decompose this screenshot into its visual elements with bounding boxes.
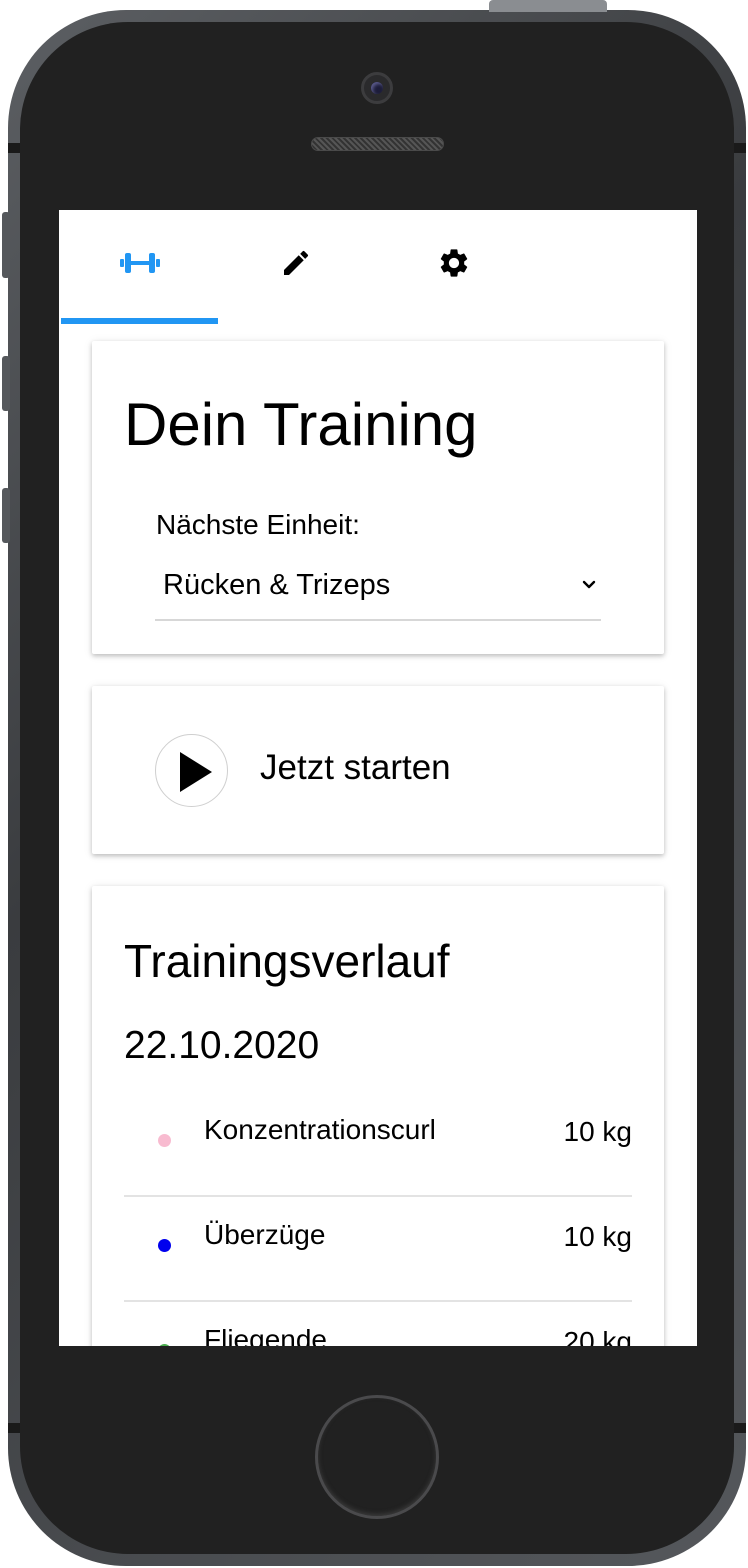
next-unit-label: Nächste Einheit: [156, 509, 360, 540]
antenna-line [8, 1423, 20, 1433]
training-card: Dein Training Nächste Einheit: Rücken & … [92, 341, 664, 654]
antenna-line [734, 1423, 746, 1433]
history-card: Trainingsverlauf 22.10.2020 Konzentratio… [92, 886, 664, 1346]
tab-settings[interactable] [375, 210, 533, 326]
history-entry[interactable]: Überzüge 10 kg [124, 1197, 632, 1302]
tab-bar [59, 210, 697, 326]
app-screen: Dein Training Nächste Einheit: Rücken & … [59, 210, 697, 1346]
power-button [489, 0, 607, 12]
entry-color-dot [158, 1344, 171, 1346]
start-label: Jetzt starten [260, 748, 451, 787]
start-card[interactable]: Jetzt starten [92, 686, 664, 854]
entry-weight: 10 kg [563, 1116, 633, 1147]
entry-weight: 10 kg [563, 1221, 633, 1252]
history-entry[interactable]: Fliegende 20 kg [124, 1302, 632, 1346]
entry-weight: 20 kg [563, 1326, 633, 1346]
front-camera [361, 72, 393, 104]
next-unit-select[interactable]: Rücken & Trizeps [155, 559, 601, 621]
next-unit-value: Rücken & Trizeps [163, 569, 391, 601]
antenna-line [734, 143, 746, 153]
entry-color-dot [158, 1134, 171, 1147]
entry-color-dot [158, 1239, 171, 1252]
play-icon [180, 752, 212, 792]
play-button[interactable] [155, 734, 228, 807]
volume-up-button [2, 356, 10, 411]
entry-exercise-name: Konzentrationscurl [204, 1114, 436, 1145]
dumbbell-icon [120, 253, 160, 273]
earpiece-speaker [311, 137, 444, 151]
pencil-icon [284, 250, 309, 275]
volume-down-button [2, 488, 10, 543]
antenna-line [8, 143, 20, 153]
mute-switch [2, 212, 10, 278]
home-button[interactable] [315, 1395, 439, 1519]
gear-icon [440, 249, 468, 277]
entry-exercise-name: Fliegende [204, 1324, 327, 1346]
history-entry[interactable]: Konzentrationscurl 10 kg [124, 1092, 632, 1197]
tab-edit[interactable] [217, 210, 375, 326]
tab-training[interactable] [61, 210, 219, 326]
history-date: 22.10.2020 [124, 1024, 320, 1067]
chevron-down-icon [582, 580, 596, 589]
active-tab-indicator [61, 318, 218, 324]
entry-exercise-name: Überzüge [204, 1219, 326, 1250]
training-title: Dein Training [124, 391, 478, 458]
history-title: Trainingsverlauf [124, 935, 450, 987]
